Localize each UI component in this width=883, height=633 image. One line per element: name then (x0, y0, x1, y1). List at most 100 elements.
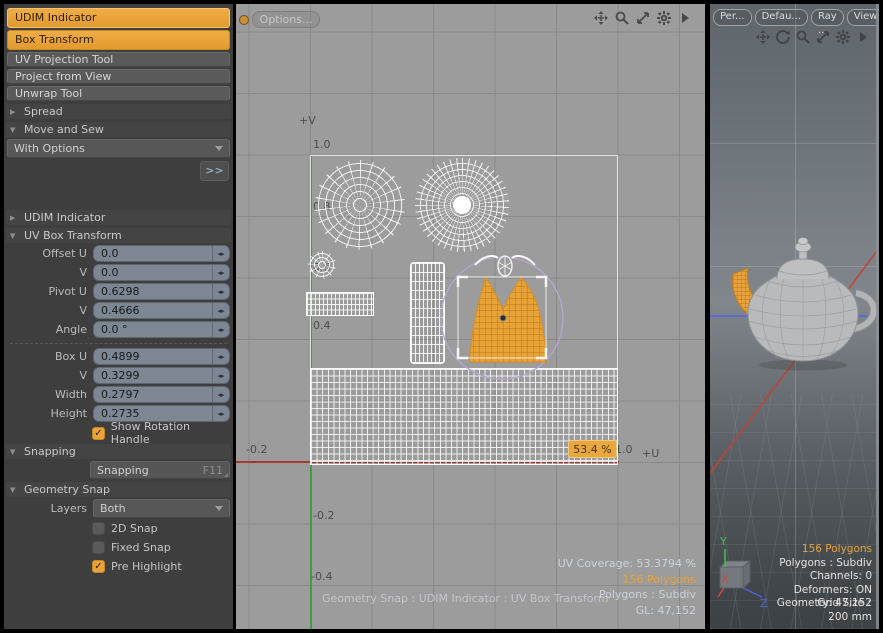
pivot-u-field[interactable]: 0.6298 ◂▸ (93, 283, 230, 300)
fixed-snap-checkbox[interactable] (92, 541, 105, 554)
divider (10, 343, 227, 344)
viewport-edge-strip (876, 4, 879, 629)
section-header-udim-indicator[interactable]: ▶ UDIM Indicator (6, 210, 231, 225)
spinner-icon[interactable]: ◂▸ (212, 406, 229, 421)
offset-u-field[interactable]: 0.0 ◂▸ (93, 245, 230, 262)
dropdown-value: Both (100, 502, 126, 515)
spinner-icon[interactable]: ◂▸ (212, 368, 229, 383)
field-value: 0.6298 (101, 285, 140, 298)
spinner-icon[interactable]: ◂▸ (212, 246, 229, 261)
button-label: Snapping (97, 464, 149, 477)
dropdown-value: With Options (14, 142, 85, 155)
layers-dropdown[interactable]: Both (93, 499, 230, 518)
field-label: V (7, 369, 93, 382)
field-value: 0.2797 (101, 388, 140, 401)
uv-coverage-badge: 53.4 % (568, 440, 617, 458)
section-header-uv-box-transform[interactable]: ▼ UV Box Transform (6, 228, 231, 243)
uv-island-base-wireframe[interactable] (415, 158, 509, 252)
tool-button-unwrap[interactable]: Unwrap Tool (7, 86, 230, 101)
transform-corner-handle[interactable] (458, 277, 468, 287)
teapot-knob-top (798, 238, 808, 245)
modo-uv-workspace: UDIM Indicator Box Transform UV Projecti… (0, 0, 883, 633)
offset-v-field[interactable]: 0.0 ◂▸ (93, 264, 230, 281)
zoom-icon[interactable] (614, 10, 630, 26)
field-label: V (7, 304, 93, 317)
box-v-field[interactable]: 0.3299 ◂▸ (93, 367, 230, 384)
settings-gear-icon[interactable] (835, 29, 851, 45)
spinner-icon[interactable]: ◂▸ (212, 387, 229, 402)
angle-field[interactable]: 0.0 ° ◂▸ (93, 321, 230, 338)
settings-gear-icon[interactable] (656, 10, 672, 26)
spinner-icon[interactable]: ◂▸ (212, 303, 229, 318)
chevron-down-icon (215, 506, 223, 511)
expanded-triangle-icon: ▼ (10, 232, 24, 240)
axis-y-label: Y (719, 535, 727, 548)
tab-viewport[interactable]: Viewp... (847, 9, 879, 26)
expand-more-button[interactable]: >> (200, 161, 229, 181)
field-label: Offset U (7, 247, 93, 260)
field-value: 0.0 ° (101, 323, 128, 336)
teapot-model[interactable] (725, 219, 879, 399)
pivot-point[interactable] (500, 315, 506, 321)
maximize-icon[interactable] (815, 29, 831, 45)
tab-ray[interactable]: Ray ... (811, 9, 844, 26)
viewport-tab-bar: Per... Defau... Ray ... Viewp... (713, 9, 879, 26)
pan-icon[interactable] (755, 29, 771, 45)
pivot-v-field[interactable]: 0.4666 ◂▸ (93, 302, 230, 319)
orbit-icon[interactable] (775, 29, 791, 45)
tab-perspective[interactable]: Per... (713, 9, 752, 26)
polygon-type: Polygons : Subdiv (777, 557, 872, 571)
section-header-move-and-sew[interactable]: ▼ Move and Sew (6, 122, 231, 137)
field-label: Layers (7, 502, 93, 515)
collapsed-triangle-icon: ▶ (10, 214, 24, 222)
show-rotation-handle-checkbox[interactable]: ✓ (92, 427, 105, 440)
viewport-state-icon[interactable] (239, 15, 249, 25)
transform-corner-handle[interactable] (458, 348, 468, 358)
tool-button-box-transform[interactable]: Box Transform (7, 30, 230, 50)
uv-island-lid-wireframe[interactable] (315, 160, 405, 250)
section-header-snapping[interactable]: ▼ Snapping (6, 444, 231, 459)
more-arrow-icon[interactable] (677, 10, 693, 26)
tab-default[interactable]: Defau... (755, 9, 808, 26)
axis-tick-label: -0.2 (246, 443, 267, 456)
selected-uv-island[interactable] (470, 277, 546, 362)
expanded-triangle-icon: ▼ (10, 448, 24, 456)
section-header-geometry-snap[interactable]: ▼ Geometry Snap (6, 482, 231, 497)
field-row: Height 0.2735 ◂▸ (7, 405, 230, 422)
uv-selection-overlay[interactable] (431, 244, 581, 384)
spinner-icon[interactable]: ◂▸ (212, 322, 229, 337)
layers-row: Layers Both (7, 500, 230, 517)
tool-button-uv-projection[interactable]: UV Projection Tool (7, 52, 230, 67)
spinner-icon[interactable]: ◂▸ (212, 265, 229, 280)
more-arrow-icon[interactable] (855, 29, 871, 45)
maximize-icon[interactable] (635, 10, 651, 26)
spinner-icon[interactable]: ◂▸ (212, 284, 229, 299)
channels-count: Channels: 0 (777, 570, 872, 584)
height-field[interactable]: 0.2735 ◂▸ (93, 405, 230, 422)
field-row: Angle 0.0 ° ◂▸ (7, 321, 230, 338)
uv-editor-viewport[interactable]: +V 1.0 0.8 0.6 0.4 -0.2 -0.4 -0.2 1.0 +U (236, 4, 705, 629)
deformers-state: Deformers: ON (777, 584, 872, 598)
box-u-field[interactable]: 0.4899 ◂▸ (93, 348, 230, 365)
zoom-icon[interactable] (795, 29, 811, 45)
pre-highlight-checkbox[interactable]: ✓ (92, 560, 105, 573)
tool-properties-panel: UDIM Indicator Box Transform UV Projecti… (4, 4, 233, 629)
section-header-spread[interactable]: ▶ Spread (6, 104, 231, 119)
tool-button-udim-indicator[interactable]: UDIM Indicator (7, 8, 230, 28)
width-field[interactable]: 0.2797 ◂▸ (93, 386, 230, 403)
grid-size-label: Grid Size : (817, 597, 871, 611)
options-button[interactable]: Options... (252, 11, 320, 28)
uv-island-strip-wireframe[interactable] (306, 292, 374, 316)
collapsed-triangle-icon: ▶ (10, 108, 24, 116)
pan-icon[interactable] (593, 10, 609, 26)
2d-snap-checkbox[interactable] (92, 522, 105, 535)
spinner-icon[interactable]: ◂▸ (212, 349, 229, 364)
uv-island-knob-wireframe[interactable] (308, 251, 336, 279)
sew-mode-dropdown[interactable]: With Options (7, 139, 230, 158)
axis-tick-label: -0.4 (311, 570, 332, 583)
section-label: Spread (24, 105, 63, 118)
snapping-button[interactable]: Snapping F11 (90, 461, 230, 479)
perspective-3d-viewport[interactable]: Per... Defau... Ray ... Viewp... (710, 4, 879, 629)
tool-button-project-from-view[interactable]: Project from View (7, 69, 230, 84)
transform-corner-handle[interactable] (536, 277, 546, 287)
